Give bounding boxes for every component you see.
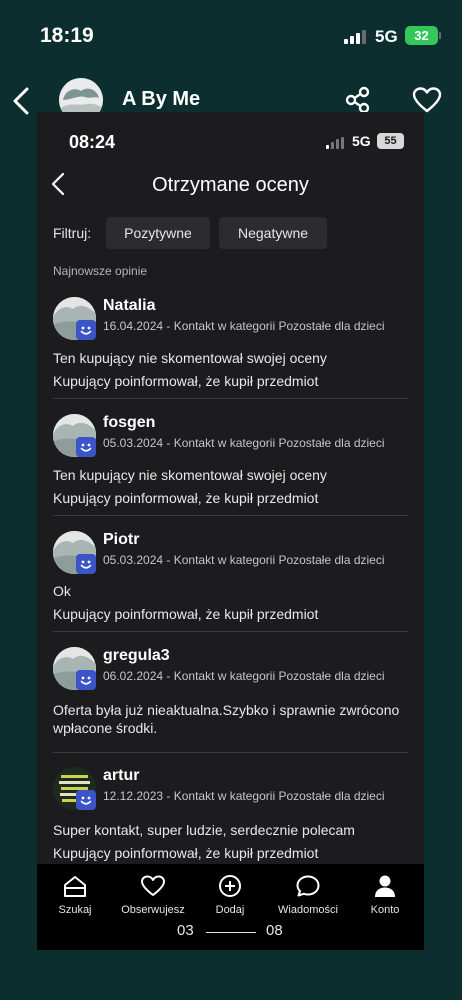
back-chevron-icon[interactable] xyxy=(10,86,32,116)
embedded-screenshot: 08:24 5G 55 Otrzymane oceny Filtruj: Poz… xyxy=(37,112,424,950)
inner-network-type: 5G xyxy=(352,133,371,149)
nav-item-search[interactable]: Szukaj xyxy=(37,874,115,916)
review-comment: Ten kupujący nie skomentował swojej ocen… xyxy=(53,467,327,483)
filter-positive-button[interactable]: Pozytywne xyxy=(106,217,210,249)
review-item[interactable]: artur 12.12.2023 - Kontakt w kategorii P… xyxy=(53,767,408,867)
filter-negative-button[interactable]: Negatywne xyxy=(219,217,327,249)
nav-item-label: Dodaj xyxy=(215,904,245,916)
chat-bubble-icon xyxy=(296,875,320,897)
divider xyxy=(53,631,408,632)
review-meta: 12.12.2023 - Kontakt w kategorii Pozosta… xyxy=(103,789,385,803)
review-comment: Ten kupujący nie skomentował swojej ocen… xyxy=(53,350,327,366)
divider xyxy=(53,515,408,516)
review-item[interactable]: Piotr 05.03.2024 - Kontakt w kategorii P… xyxy=(53,531,408,632)
battery-icon: 55 xyxy=(377,133,404,149)
pager-divider xyxy=(206,932,256,933)
nav-item-label: Obserwujesz xyxy=(121,904,185,916)
review-meta: 16.04.2024 - Kontakt w kategorii Pozosta… xyxy=(103,319,385,333)
page-title: Otrzymane oceny xyxy=(152,174,309,196)
smiley-badge-icon xyxy=(76,320,96,340)
review-comment: Super kontakt, super ludzie, serdecznie … xyxy=(53,822,355,838)
divider xyxy=(53,752,408,753)
reviewer-name[interactable]: Piotr xyxy=(103,531,139,549)
profile-title: A By Me xyxy=(122,88,201,110)
reviewer-name[interactable]: fosgen xyxy=(103,414,155,432)
filter-label: Filtruj: xyxy=(53,225,92,241)
cellular-signal-icon xyxy=(344,30,366,44)
outer-status-bar: 18:19 5G 32 xyxy=(0,0,462,70)
review-item[interactable]: Natalia 16.04.2024 - Kontakt w kategorii… xyxy=(53,297,408,399)
heart-icon xyxy=(141,875,165,896)
reviewer-name[interactable]: gregula3 xyxy=(103,647,170,665)
review-item[interactable]: gregula3 06.02.2024 - Kontakt w kategori… xyxy=(53,647,408,753)
outer-network-type: 5G xyxy=(375,27,398,46)
heart-icon[interactable] xyxy=(412,86,442,114)
reviewer-name[interactable]: artur xyxy=(103,767,139,785)
review-purchase-note: Kupujący poinformował, że kupił przedmio… xyxy=(53,845,319,861)
review-meta: 06.02.2024 - Kontakt w kategorii Pozosta… xyxy=(103,669,385,683)
smiley-badge-icon xyxy=(76,437,96,457)
review-meta: 05.03.2024 - Kontakt w kategorii Pozosta… xyxy=(103,436,385,450)
pager-total: 08 xyxy=(266,922,283,939)
outer-status-time: 18:19 xyxy=(40,24,94,47)
cellular-signal-icon xyxy=(326,137,344,149)
nav-item-label: Wiadomości xyxy=(278,904,338,916)
nav-item-account[interactable]: Konto xyxy=(345,874,424,916)
image-pager: 03 08 xyxy=(162,922,302,946)
review-comment: Oferta była już nieaktualna.Szybko i spr… xyxy=(53,702,400,736)
pager-current: 03 xyxy=(177,922,194,939)
smiley-badge-icon xyxy=(76,790,96,810)
person-icon xyxy=(375,875,395,897)
review-item[interactable]: fosgen 05.03.2024 - Kontakt w kategorii … xyxy=(53,414,408,516)
review-purchase-note: Kupujący poinformował, że kupił przedmio… xyxy=(53,490,319,506)
share-icon[interactable] xyxy=(344,86,372,114)
reviewer-name[interactable]: Natalia xyxy=(103,297,155,315)
nav-item-label: Szukaj xyxy=(58,904,92,916)
inner-status-time: 08:24 xyxy=(69,132,116,152)
divider xyxy=(53,398,408,399)
home-icon xyxy=(64,876,86,897)
nav-item-messages[interactable]: Wiadomości xyxy=(268,874,348,916)
smiley-badge-icon xyxy=(76,554,96,574)
review-comment: Ok xyxy=(53,583,71,599)
review-meta: 05.03.2024 - Kontakt w kategorii Pozosta… xyxy=(103,553,385,567)
section-label: Najnowsze opinie xyxy=(53,264,148,278)
review-purchase-note: Kupujący poinformował, że kupił przedmio… xyxy=(53,606,319,622)
nav-item-add[interactable]: Dodaj xyxy=(190,874,270,916)
battery-icon: 32 xyxy=(405,26,441,45)
nav-item-label: Konto xyxy=(370,904,400,916)
smiley-badge-icon xyxy=(76,670,96,690)
review-purchase-note: Kupujący poinformował, że kupił przedmio… xyxy=(53,373,319,389)
nav-item-watching[interactable]: Obserwujesz xyxy=(113,874,193,916)
plus-circle-icon xyxy=(219,875,241,897)
